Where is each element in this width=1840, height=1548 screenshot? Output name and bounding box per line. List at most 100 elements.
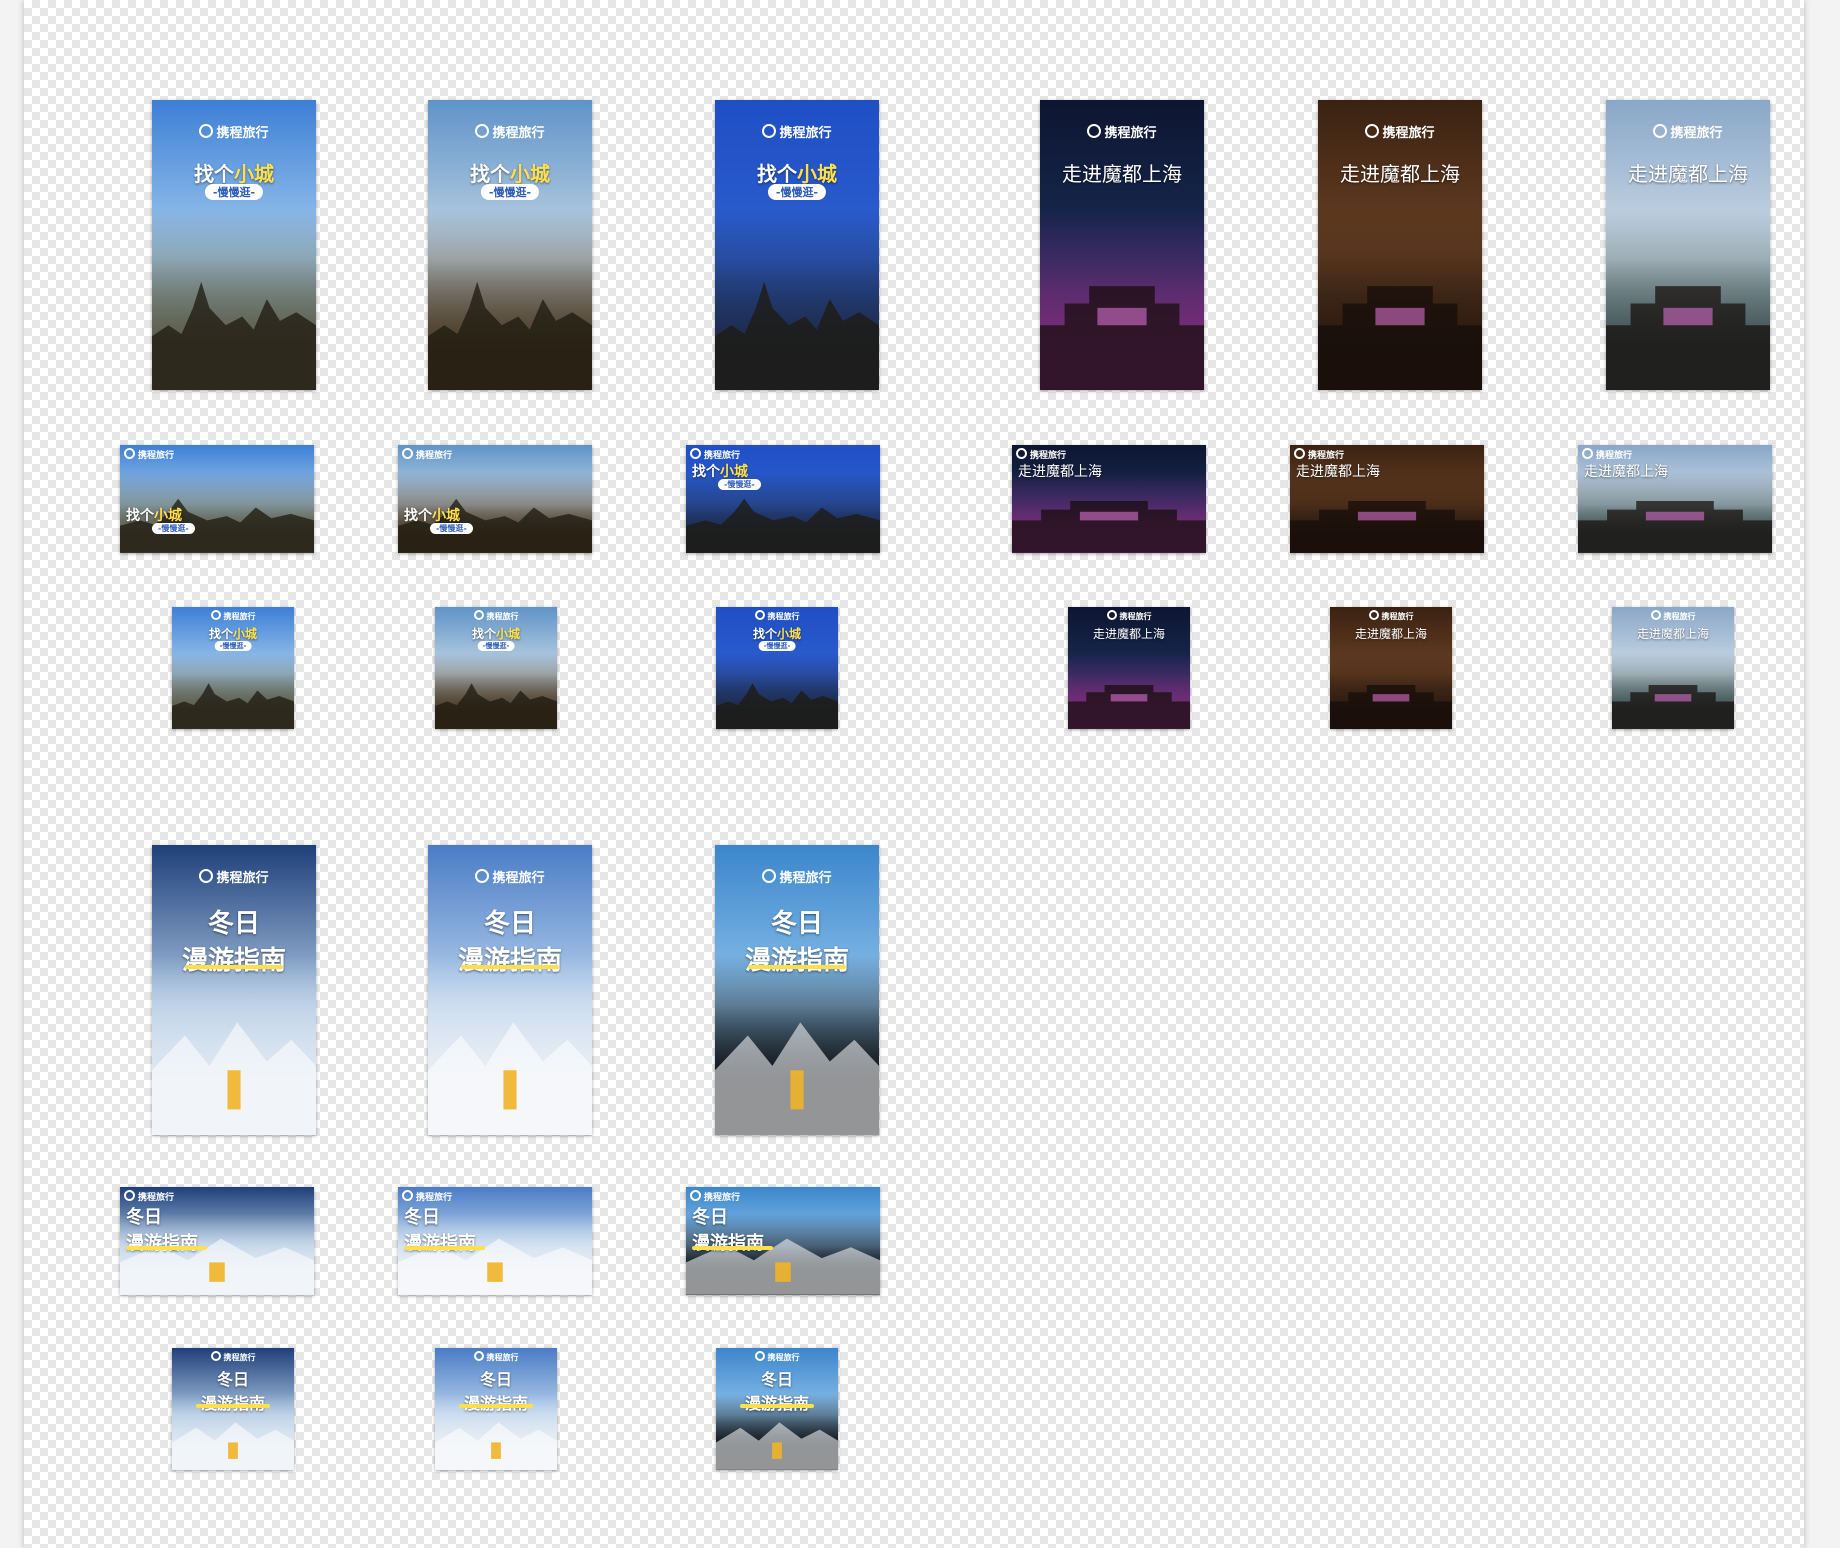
headline-line2: 漫游指南 [692, 1233, 764, 1254]
campaign-subtitle: -慢慢逛- [152, 523, 195, 534]
asset-winter-family-snow-sq[interactable]: 携程旅行冬日漫游指南 [435, 1348, 557, 1470]
ctrip-logo: 携程旅行 [152, 122, 316, 141]
campaign-headline: 走进魔都上海 [1612, 625, 1734, 642]
scene-silhouette-icon [428, 281, 592, 390]
asset-winter-family-snow-tall[interactable]: 携程旅行 冬日 漫游指南 [428, 845, 592, 1135]
ctrip-logo: 携程旅行 [690, 1190, 880, 1203]
headline-plain: 找个 [692, 464, 720, 480]
asset-winter-ski-mountain-sq[interactable]: 携程旅行冬日漫游指南 [172, 1348, 294, 1470]
scene-silhouette-icon [1068, 685, 1190, 729]
scene-silhouette-icon [1290, 501, 1484, 553]
scene-silhouette-icon [1578, 501, 1772, 553]
ctrip-logo-icon [690, 448, 701, 459]
ctrip-logo-icon [402, 448, 413, 459]
ctrip-logo-icon [124, 1190, 135, 1201]
asset-shanghai-disney-night-tall[interactable]: 携程旅行 走进魔都上海 [1040, 100, 1204, 390]
asset-shanghai-peace-hotel-sq[interactable]: 携程旅行 走进魔都上海 [1330, 607, 1452, 729]
ctrip-logo: 携程旅行 [1016, 448, 1206, 461]
ctrip-logo-icon [124, 448, 135, 459]
artboard-canvas: 携程旅行 找个小城 -慢慢逛- 携程旅行 找个小城 -慢慢逛- 携程旅行 找个小城 -慢慢逛- 携… [24, 0, 1804, 1548]
asset-shanghai-quarry-hotel-wide[interactable]: 携程旅行 走进魔都上海 [1578, 445, 1772, 553]
campaign-headline: 找个小城 [404, 505, 592, 525]
ctrip-logo: 携程旅行 [1330, 610, 1452, 622]
ctrip-logo-icon [690, 1190, 701, 1201]
headline-plain: 找个 [757, 162, 797, 186]
ctrip-logo-icon [475, 869, 490, 883]
headline-plain: 冬日 [479, 1370, 512, 1389]
headline-plain: 走进魔都上海 [1092, 627, 1165, 641]
ctrip-logo-icon [1106, 610, 1117, 620]
asset-small-town-pagoda-wide[interactable]: 携程旅行 找个小城 -慢慢逛- [120, 445, 314, 553]
campaign-headline: 走进魔都上海 [1318, 158, 1482, 187]
ctrip-logo: 携程旅行 [1068, 610, 1190, 622]
ctrip-logo-icon [1016, 448, 1027, 459]
asset-winter-ski-mountain-tall[interactable]: 携程旅行 冬日 漫游指南 [152, 845, 316, 1135]
ctrip-logo-icon [473, 610, 484, 620]
asset-shanghai-quarry-hotel-sq[interactable]: 携程旅行 走进魔都上海 [1612, 607, 1734, 729]
asset-small-town-thai-temple-sq[interactable]: 携程旅行找个小城 -慢慢逛- [435, 607, 557, 729]
campaign-headline: 找个小城 [435, 625, 557, 642]
ctrip-logo-icon [1365, 124, 1380, 138]
ctrip-logo: 携程旅行 [428, 867, 592, 886]
ctrip-logo-text: 携程旅行 [138, 451, 175, 461]
campaign-headline: 找个小城 [715, 158, 879, 187]
headline-plain: 冬日 [207, 909, 260, 939]
asset-small-town-pagoda-sq[interactable]: 携程旅行 找个小城 -慢慢逛- [172, 607, 294, 729]
headline-plain: 冬日 [404, 1207, 440, 1228]
ctrip-logo: 携程旅行 [1318, 122, 1482, 141]
headline-swoosh [404, 1246, 486, 1250]
headline-highlight: 小城 [432, 508, 460, 524]
ctrip-logo: 携程旅行 [435, 610, 557, 622]
headline-plain: 走进魔都上海 [1340, 162, 1460, 186]
ctrip-logo-text: 携程旅行 [779, 126, 832, 141]
asset-winter-window-dining-tall[interactable]: 携程旅行 冬日 漫游指南 [715, 845, 879, 1135]
campaign-headline: 走进魔都上海 [1584, 461, 1772, 481]
headline-swoosh [460, 965, 560, 969]
asset-shanghai-disney-night-sq[interactable]: 携程旅行走进魔都上海 [1068, 607, 1190, 729]
asset-shanghai-peace-hotel-tall[interactable]: 携程旅行走进魔都上海 [1318, 100, 1482, 390]
ctrip-logo-icon [762, 869, 777, 883]
scene-silhouette-icon [716, 683, 838, 729]
headline-line2: 漫游指南 [126, 1233, 198, 1254]
asset-winter-family-snow-wide[interactable]: 携程旅行 冬日 漫游指南 [398, 1187, 592, 1295]
ctrip-logo: 携程旅行 [716, 610, 838, 622]
ctrip-logo-text: 携程旅行 [1382, 126, 1435, 141]
asset-winter-ski-mountain-wide[interactable]: 携程旅行冬日漫游指南 [120, 1187, 314, 1295]
asset-small-town-night-street-tall[interactable]: 携程旅行 找个小城 -慢慢逛- [715, 100, 879, 390]
headline-plain: 找个 [404, 508, 432, 524]
campaign-subtitle: -慢慢逛- [204, 184, 264, 200]
asset-small-town-thai-temple-wide[interactable]: 携程旅行 找个小城 -慢慢逛- [398, 445, 592, 553]
asset-winter-window-dining-sq[interactable]: 携程旅行冬日漫游指南 [716, 1348, 838, 1470]
headline-swoosh [740, 1404, 814, 1408]
headline-swoosh [126, 1246, 208, 1250]
ctrip-logo-icon [1653, 124, 1668, 138]
ctrip-logo: 携程旅行 [172, 610, 294, 622]
headline-plain: 走进魔都上海 [1584, 464, 1668, 480]
asset-winter-window-dining-wide[interactable]: 携程旅行 冬日 漫游指南 [686, 1187, 880, 1295]
ctrip-logo-text: 携程旅行 [138, 1193, 175, 1203]
ctrip-logo-text: 携程旅行 [223, 612, 256, 621]
asset-small-town-thai-temple-tall[interactable]: 携程旅行 找个小城 -慢慢逛- [428, 100, 592, 390]
ctrip-logo-icon [1368, 610, 1379, 620]
asset-shanghai-peace-hotel-wide[interactable]: 携程旅行 走进魔都上海 [1290, 445, 1484, 553]
headline-plain: 找个 [194, 162, 234, 186]
asset-small-town-night-street-wide[interactable]: 携程旅行 找个小城 -慢慢逛- [686, 445, 880, 553]
ctrip-logo-icon [475, 124, 490, 138]
ctrip-logo-text: 携程旅行 [416, 1193, 453, 1203]
ctrip-logo-icon [762, 124, 777, 138]
asset-shanghai-quarry-hotel-tall[interactable]: 携程旅行 走进魔都上海 [1606, 100, 1770, 390]
ctrip-logo-icon [1650, 610, 1661, 620]
ctrip-logo-text: 携程旅行 [1104, 126, 1157, 141]
ctrip-logo-text: 携程旅行 [704, 451, 741, 461]
asset-small-town-night-street-sq[interactable]: 携程旅行 找个小城 -慢慢逛- [716, 607, 838, 729]
ctrip-logo: 携程旅行 [1294, 448, 1484, 461]
ctrip-logo: 携程旅行 [716, 1351, 838, 1363]
headline-highlight: 小城 [797, 162, 837, 186]
ctrip-logo: 携程旅行 [1040, 122, 1204, 141]
campaign-subtitle: -慢慢逛- [477, 641, 515, 651]
asset-shanghai-disney-night-wide[interactable]: 携程旅行 走进魔都上海 [1012, 445, 1206, 553]
headline-plain: 冬日 [126, 1207, 162, 1228]
scene-silhouette-icon [715, 1021, 879, 1135]
asset-small-town-pagoda-tall[interactable]: 携程旅行 找个小城 -慢慢逛- [152, 100, 316, 390]
headline-plain: 冬日 [770, 909, 823, 939]
